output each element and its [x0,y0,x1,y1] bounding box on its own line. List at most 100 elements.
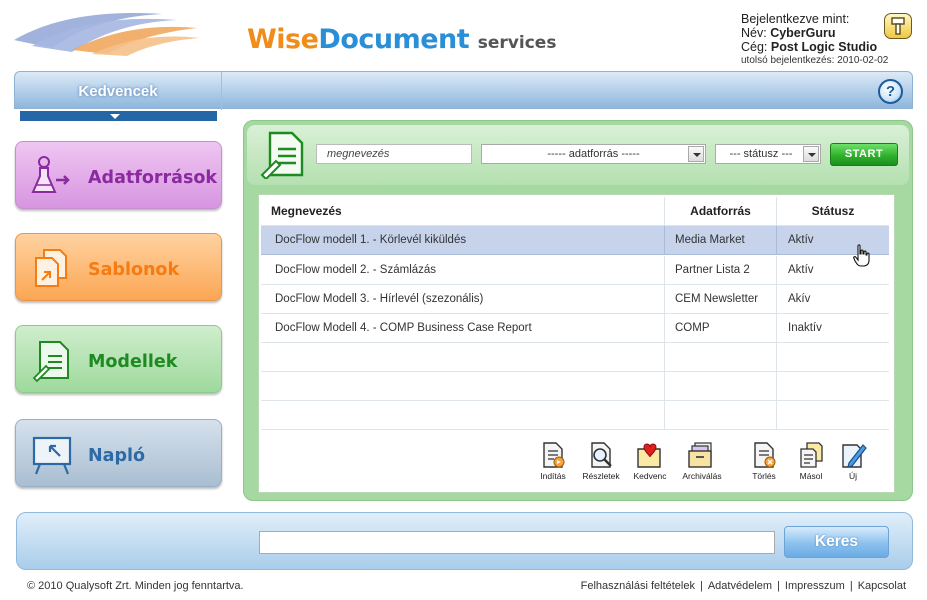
action-label: Kedvenc [633,471,667,481]
presentation-board-icon [32,436,72,475]
sidebar-item-label: Napló [88,446,146,466]
sidebar-item-label: Sablonok [88,260,180,280]
datasource-select[interactable]: ----- adatforrás ----- [481,144,706,164]
cell-status: Inaktív [788,322,822,334]
caret-down-icon [110,114,120,119]
start-button[interactable]: START [830,143,898,166]
cell-empty [777,401,889,429]
table-row-empty [261,372,889,401]
action-inditas[interactable]: Indítás [531,441,575,481]
sidebar-item-sablonok[interactable]: Sablonok [15,233,222,301]
table-row[interactable]: DocFlow Modell 4. - COMP Business Case R… [261,314,889,343]
copy-doc-icon [800,442,823,468]
action-label: Részletek [582,471,620,481]
logo-swoosh [14,13,200,56]
status-select[interactable]: --- státusz --- [715,144,821,164]
footer-link-contact[interactable]: Kapcsolat [858,580,906,592]
flask-person-icon [31,156,70,193]
table-row[interactable]: DocFlow modell 1. - Körlevél kiküldés Me… [261,226,889,255]
user-info: Bejelentkezve mint: Név: CyberGuru Cég: … [741,12,888,68]
table-header-row: Megnevezés Adatforrás Státusz [261,197,889,226]
cell-status: Aktív [788,264,814,276]
brand-word-wise: Wise [247,24,319,55]
company-name: Post Logic Studio [770,40,878,54]
delete-doc-icon [754,442,776,468]
brand-logo: WiseDocument services [247,24,556,55]
action-label: Archiválás [682,471,722,481]
status-select-value: --- státusz --- [729,148,793,160]
document-edit-icon [260,131,304,179]
brand-word-services: services [477,33,557,53]
chevron-down-icon [803,146,819,162]
cell-source: Partner Lista 2 [665,256,777,284]
user-name-label: Név: [741,26,767,40]
last-login: utolsó bejelentkezés: 2010-02-02 [741,55,889,66]
sidebar-item-label: Adatforrások [88,168,218,188]
action-masol[interactable]: Másol [789,441,833,481]
tab-kedvencek[interactable]: Kedvencek [15,72,222,110]
company-label: Cég: [741,40,768,54]
action-archivalas[interactable]: Archiválás [680,441,724,481]
cell-empty [665,401,777,429]
action-uj[interactable]: Új [831,441,875,481]
archive-icon [688,442,712,468]
chevron-down-icon [688,146,704,162]
documents-icon [35,249,67,287]
cell-empty [777,343,889,371]
table-row-empty [261,401,889,430]
sidebar-item-naplo[interactable]: Napló [15,419,222,487]
action-torles[interactable]: Törlés [742,441,786,481]
active-tab-indicator [20,111,217,121]
hand-cursor-icon [853,244,870,267]
copyright: © 2010 Qualysoft Zrt. Minden jog fenntar… [27,580,244,592]
help-button[interactable]: ? [878,79,903,104]
heart-folder-icon [637,443,661,468]
brand-word-document: Document [318,24,470,55]
logged-in-label: Bejelentkezve mint: [741,12,850,26]
top-nav-bar: Kedvencek [14,71,913,110]
action-label: Új [848,471,858,481]
search-input[interactable] [259,531,775,554]
sidebar-item-adatforrasok[interactable]: Adatforrások [15,141,222,209]
cell-source: Media Market [665,226,777,254]
cell-empty [777,372,889,400]
cell-name: DocFlow Modell 4. - COMP Business Case R… [261,314,665,342]
footer-link-imprint[interactable]: Impresszum [785,580,845,592]
document-edit-icon [32,341,69,382]
cell-name: DocFlow modell 1. - Körlevél kiküldés [261,226,665,254]
cell-empty [261,372,665,400]
cell-name: DocFlow modell 2. - Számlázás [261,256,665,284]
name-filter-input[interactable]: megnevezés [316,144,472,164]
table-row-empty [261,343,889,372]
col-header-name[interactable]: Megnevezés [261,197,665,225]
footer-link-terms[interactable]: Felhasználási feltételek [581,580,695,592]
sidebar-item-modellek[interactable]: Modellek [15,325,222,393]
table-row[interactable]: DocFlow Modell 3. - Hírlevél (szezonális… [261,285,889,314]
new-doc-pencil-icon [842,444,867,468]
cell-empty [665,372,777,400]
action-label: Törlés [752,471,776,481]
action-kedvenc[interactable]: Kedvenc [628,441,672,481]
datasource-select-value: ----- adatforrás ----- [547,148,640,160]
cell-name: DocFlow Modell 3. - Hírlevél (szezonális… [261,285,665,313]
user-profile-icon[interactable] [884,13,912,39]
start-doc-icon [543,442,565,468]
table-row[interactable]: DocFlow modell 2. - Számlázás Partner Li… [261,256,889,285]
col-header-source[interactable]: Adatforrás [665,197,777,225]
cell-empty [261,343,665,371]
user-name: CyberGuru [770,26,836,40]
cell-empty [261,401,665,429]
footer-links: Felhasználási feltételek | Adatvédelem | Imp… [580,580,906,592]
cell-source: CEM Newsletter [665,285,777,313]
col-header-status[interactable]: Státusz [777,197,889,225]
cell-source: COMP [665,314,777,342]
action-reszletek[interactable]: Részletek [579,441,623,481]
cell-empty [665,343,777,371]
cell-status: Akív [788,293,811,305]
magnifier-doc-icon [591,442,612,468]
action-label: Másol [799,471,823,481]
search-button[interactable]: Keres [784,526,889,558]
footer-link-privacy[interactable]: Adatvédelem [708,580,772,592]
cell-status: Aktív [788,234,814,246]
sidebar-item-label: Modellek [88,352,178,372]
